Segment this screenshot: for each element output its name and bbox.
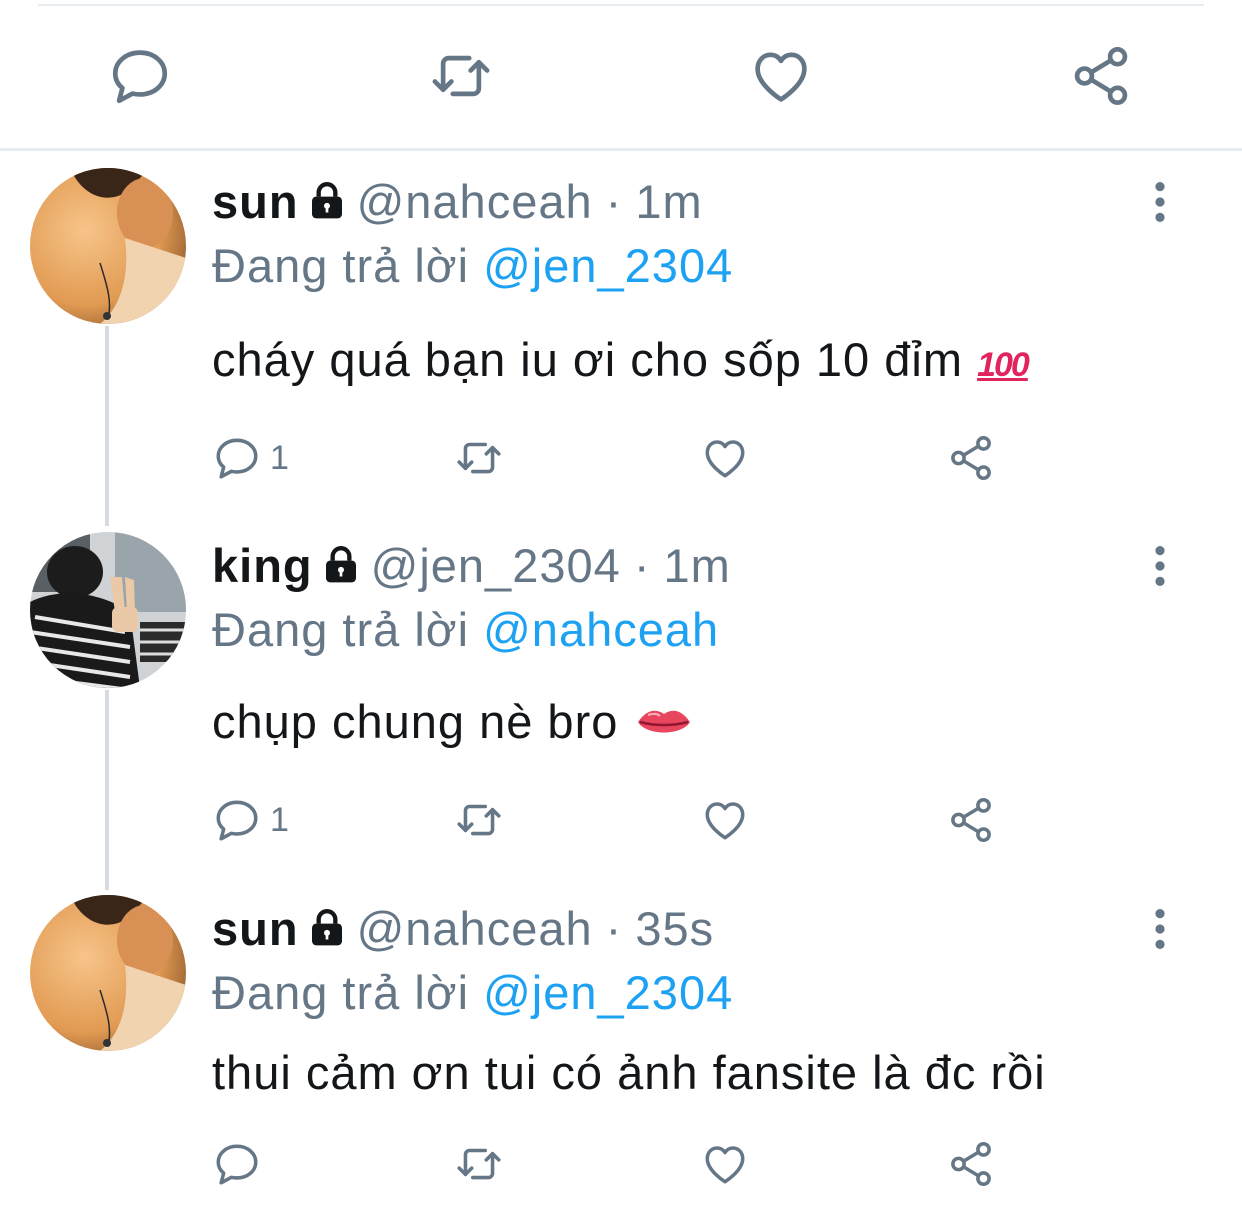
top-separator bbox=[38, 4, 1204, 6]
reply-button[interactable] bbox=[105, 36, 175, 116]
more-options-button[interactable] bbox=[1140, 899, 1180, 959]
retweet-icon bbox=[454, 1139, 504, 1189]
share-icon bbox=[1068, 43, 1134, 109]
like-icon bbox=[700, 1139, 750, 1189]
avatar[interactable] bbox=[30, 532, 186, 688]
reply-icon bbox=[212, 433, 262, 483]
like-button[interactable] bbox=[700, 428, 750, 488]
tweet-body: cháy quá bạn iu ơi cho sốp 10 đỉm bbox=[212, 333, 963, 386]
tweet-header: sun @nahceah · 35s bbox=[212, 899, 714, 959]
retweet-icon bbox=[428, 43, 494, 109]
reply-button[interactable]: 1 bbox=[212, 790, 289, 850]
tweet-text: chụp chung nè bro bbox=[212, 692, 692, 752]
timestamp[interactable]: 1m bbox=[635, 175, 702, 228]
more-icon bbox=[1154, 180, 1166, 224]
share-icon bbox=[946, 1139, 996, 1189]
reply-icon bbox=[107, 43, 173, 109]
like-icon bbox=[700, 795, 750, 845]
share-button[interactable] bbox=[946, 790, 996, 850]
more-icon bbox=[1154, 907, 1166, 951]
100-emoji: 100 bbox=[977, 346, 1030, 384]
timestamp[interactable]: 35s bbox=[635, 902, 714, 955]
more-icon bbox=[1154, 544, 1166, 588]
share-icon bbox=[946, 433, 996, 483]
user-handle[interactable]: @jen_2304 bbox=[371, 539, 621, 592]
reply-count: 1 bbox=[270, 800, 289, 839]
reply-button[interactable] bbox=[212, 1134, 262, 1194]
replying-prefix: Đang trả lời bbox=[212, 966, 470, 1019]
avatar[interactable] bbox=[30, 895, 186, 1051]
replying-prefix: Đang trả lời bbox=[212, 239, 470, 292]
replying-to: Đang trả lời @jen_2304 bbox=[212, 236, 733, 296]
retweet-button[interactable] bbox=[454, 790, 504, 850]
display-name[interactable]: king bbox=[212, 539, 313, 592]
user-handle[interactable]: @nahceah bbox=[357, 175, 593, 228]
timestamp[interactable]: 1m bbox=[664, 539, 731, 592]
like-button[interactable] bbox=[700, 790, 750, 850]
retweet-icon bbox=[454, 433, 504, 483]
more-options-button[interactable] bbox=[1140, 536, 1180, 596]
tweet-text: thui cảm ơn tui có ảnh fansite là đc rồi bbox=[212, 1043, 1046, 1103]
replying-to: Đang trả lời @jen_2304 bbox=[212, 963, 733, 1023]
like-icon bbox=[700, 433, 750, 483]
share-button[interactable] bbox=[946, 1134, 996, 1194]
tweet-body: thui cảm ơn tui có ảnh fansite là đc rồi bbox=[212, 1046, 1046, 1099]
more-options-button[interactable] bbox=[1140, 172, 1180, 232]
divider bbox=[0, 148, 1242, 151]
separator: · bbox=[633, 539, 651, 592]
tweet-header: sun @nahceah · 1m bbox=[212, 172, 703, 232]
thread-connector bbox=[105, 326, 109, 526]
replying-to: Đang trả lời @nahceah bbox=[212, 600, 719, 660]
main-tweet-actions bbox=[0, 36, 1242, 126]
reply-button[interactable]: 1 bbox=[212, 428, 289, 488]
tweet-body: chụp chung nè bro bbox=[212, 695, 619, 748]
lips-emoji bbox=[638, 710, 691, 733]
tweet-header: king @jen_2304 · 1m bbox=[212, 536, 731, 596]
thread-connector bbox=[105, 690, 109, 890]
retweet-button[interactable] bbox=[426, 36, 496, 116]
display-name[interactable]: sun bbox=[212, 902, 299, 955]
share-button[interactable] bbox=[1066, 36, 1136, 116]
reply-count: 1 bbox=[270, 438, 289, 477]
separator: · bbox=[605, 902, 623, 955]
retweet-button[interactable] bbox=[454, 1134, 504, 1194]
replying-prefix: Đang trả lời bbox=[212, 603, 470, 656]
tweet-text: cháy quá bạn iu ơi cho sốp 10 đỉm 100 bbox=[212, 330, 1030, 395]
share-button[interactable] bbox=[946, 428, 996, 488]
like-button[interactable] bbox=[700, 1134, 750, 1194]
reply-icon bbox=[212, 1139, 262, 1189]
retweet-button[interactable] bbox=[454, 428, 504, 488]
lock-icon bbox=[321, 544, 361, 584]
tweet-actions bbox=[212, 1134, 1012, 1194]
mention-link[interactable]: @jen_2304 bbox=[483, 239, 733, 292]
retweet-icon bbox=[454, 795, 504, 845]
mention-link[interactable]: @jen_2304 bbox=[483, 966, 733, 1019]
avatar[interactable] bbox=[30, 168, 186, 324]
tweet-actions: 1 bbox=[212, 428, 1012, 488]
user-handle[interactable]: @nahceah bbox=[357, 902, 593, 955]
share-icon bbox=[946, 795, 996, 845]
lock-icon bbox=[307, 180, 347, 220]
tweet-actions: 1 bbox=[212, 790, 1012, 850]
reply-icon bbox=[212, 795, 262, 845]
display-name[interactable]: sun bbox=[212, 175, 299, 228]
like-icon bbox=[748, 43, 814, 109]
like-button[interactable] bbox=[746, 36, 816, 116]
separator: · bbox=[605, 175, 623, 228]
lock-icon bbox=[307, 907, 347, 947]
mention-link[interactable]: @nahceah bbox=[483, 603, 719, 656]
